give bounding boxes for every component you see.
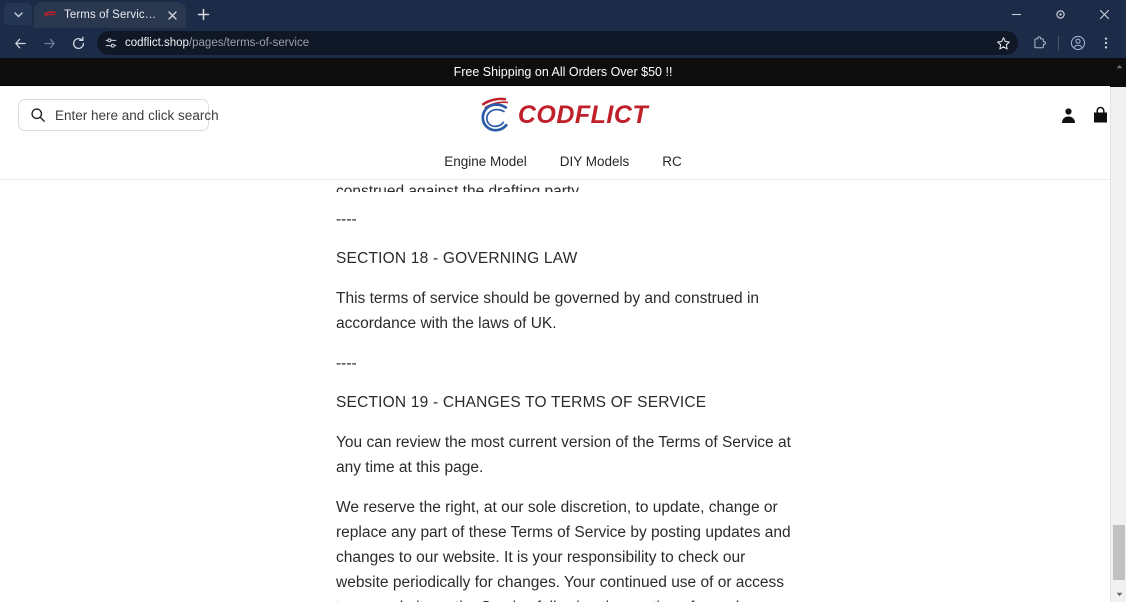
browser-menu-button[interactable] <box>1092 29 1120 57</box>
window-minimize-button[interactable] <box>994 0 1038 28</box>
back-button[interactable] <box>6 29 34 57</box>
terms-of-service-document: construed against the drafting party. --… <box>0 180 1126 602</box>
scrollbar-thumb[interactable] <box>1113 525 1125 580</box>
section-heading: SECTION 19 - CHANGES TO TERMS OF SERVICE <box>336 394 707 411</box>
puzzle-icon <box>1033 35 1046 48</box>
page-viewport: Free Shipping on All Orders Over $50 !! … <box>0 58 1126 602</box>
browser-tab-active[interactable]: Terms of Service – codflict <box>34 2 186 28</box>
nav-item-engine-model[interactable]: Engine Model <box>444 154 527 169</box>
omnibox[interactable]: codflict.shop/pages/terms-of-service <box>97 31 1018 55</box>
scrollbar-up-button[interactable] <box>1111 58 1126 74</box>
site-settings-icon[interactable] <box>104 36 118 50</box>
browser-tab-title: Terms of Service – codflict <box>64 9 157 21</box>
plus-icon <box>197 8 209 20</box>
search-placeholder: Enter here and click search <box>55 107 219 123</box>
reload-icon <box>72 36 84 49</box>
toolbar-right-actions <box>1025 29 1120 57</box>
shopping-bag-icon[interactable] <box>1093 106 1108 124</box>
browser-window: Terms of Service – codflict <box>0 0 1126 602</box>
page-scrollbar[interactable] <box>1110 58 1126 602</box>
profile-button[interactable] <box>1064 29 1092 57</box>
account-circle-icon <box>1070 35 1086 51</box>
section-paragraph: This terms of service should be governed… <box>336 290 760 332</box>
arrow-right-icon <box>43 38 55 48</box>
site-navigation: Engine Model DIY Models RC <box>0 144 1126 180</box>
minimize-icon <box>1011 13 1021 15</box>
reload-button[interactable] <box>64 29 92 57</box>
site-logo-text: CODFLICT <box>517 100 649 129</box>
bookmark-button[interactable] <box>992 32 1014 54</box>
forward-button[interactable] <box>35 29 63 57</box>
omnibox-path: /pages/terms-of-service <box>188 37 310 49</box>
tab-close-button[interactable] <box>164 7 180 23</box>
three-dots-vertical-icon <box>1104 37 1108 49</box>
section-divider: ---- <box>336 211 357 228</box>
section-divider: ---- <box>336 355 357 372</box>
site-logo[interactable]: CODFLICT <box>478 96 648 134</box>
section-heading: SECTION 18 - GOVERNING LAW <box>336 250 578 267</box>
clipped-paragraph-line: construed against the drafting party. <box>336 183 583 192</box>
maximize-icon <box>1055 9 1065 19</box>
codflict-c-swoosh-logo <box>478 96 512 134</box>
section-paragraph: We reserve the right, at our sole discre… <box>336 499 791 602</box>
extensions-button[interactable] <box>1025 29 1053 57</box>
header-action-icons <box>1061 106 1108 124</box>
caret-down-icon <box>1116 592 1122 596</box>
chevron-down-icon <box>13 11 23 17</box>
document-content: construed against the drafting party. --… <box>336 180 796 602</box>
scrollbar-down-button[interactable] <box>1111 586 1126 602</box>
caret-up-icon <box>1116 64 1122 68</box>
search-input[interactable]: Enter here and click search <box>18 99 219 131</box>
nav-item-diy-models[interactable]: DIY Models <box>560 154 630 169</box>
new-tab-button[interactable] <box>190 2 216 26</box>
tab-strip: Terms of Service – codflict <box>0 0 1126 28</box>
promo-banner: Free Shipping on All Orders Over $50 !! <box>0 58 1126 86</box>
omnibox-url-text: codflict.shop/pages/terms-of-service <box>125 37 309 49</box>
window-close-button[interactable] <box>1082 0 1126 28</box>
browser-toolbar: codflict.shop/pages/terms-of-service <box>0 28 1126 58</box>
tune-icon <box>105 38 117 48</box>
site-header: Enter here and click search CODFLICT <box>0 86 1126 144</box>
account-icon[interactable] <box>1061 107 1076 123</box>
star-icon <box>996 36 1010 49</box>
search-icon <box>30 107 46 123</box>
codflict-favicon <box>43 8 57 22</box>
tab-search-button[interactable] <box>4 3 32 25</box>
window-controls <box>994 0 1126 28</box>
arrow-left-icon <box>14 38 26 48</box>
close-icon <box>167 10 177 20</box>
omnibox-domain: codflict.shop <box>125 37 189 49</box>
toolbar-divider <box>1058 35 1059 51</box>
window-maximize-button[interactable] <box>1038 0 1082 28</box>
close-icon <box>1099 9 1109 19</box>
section-paragraph: You can review the most current version … <box>336 434 791 476</box>
nav-item-rc[interactable]: RC <box>662 154 682 169</box>
